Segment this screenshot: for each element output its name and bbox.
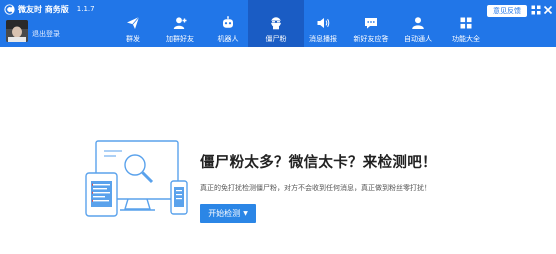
nav-all-features[interactable]: 功能大全 (438, 0, 494, 47)
nav-label: 群发 (126, 35, 140, 43)
feature-grid-icon (460, 17, 472, 29)
feedback-button[interactable]: 意见反馈 (487, 5, 527, 17)
nav-label: 消息播报 (309, 35, 337, 43)
app-version: 1.1.7 (76, 5, 95, 13)
page-headline: 僵尸粉太多？微信太卡？来检测吧！ (200, 155, 437, 171)
nav-label: 自动通人 (404, 35, 432, 43)
avatar-image (6, 20, 28, 42)
paper-plane-icon (127, 16, 140, 29)
start-detection-button[interactable]: 开始检测 ▼ (200, 204, 256, 223)
caret-down-icon: ▼ (243, 209, 248, 217)
speaker-icon (317, 18, 330, 28)
nav-label: 新好友应答 (353, 35, 389, 43)
logout-link[interactable]: 退出登录 (32, 29, 60, 39)
nav-label: 机器人 (217, 35, 239, 43)
top-bar: 微友时 商务版 1.1.7 退出登录 群发 加群好友 机器人 僵尸粉 消息播报 … (0, 0, 556, 47)
nav-label: 加群好友 (166, 35, 194, 43)
description-text: 真正的免打扰检测僵尸粉，对方不会收到任何消息，真正做到粉丝零打扰！ (200, 184, 431, 192)
zombie-fans-icon (271, 17, 281, 30)
robot-icon (223, 16, 233, 28)
start-detection-label: 开始检测 (208, 209, 241, 218)
close-icon[interactable] (543, 5, 553, 15)
nav-label: 僵尸粉 (265, 35, 287, 43)
app-brand: 微友时 商务版 1.1.7 (4, 3, 95, 15)
app-name: 微友时 商务版 (18, 4, 69, 14)
add-user-icon (173, 17, 187, 29)
grid-menu-icon[interactable] (531, 5, 541, 15)
chat-bubble-icon (365, 18, 377, 29)
avatar[interactable] (6, 20, 28, 42)
auto-user-icon (412, 17, 424, 29)
app-logo-icon (4, 3, 15, 15)
nav-label: 功能大全 (452, 35, 480, 43)
device-scan-illustration (85, 140, 188, 217)
